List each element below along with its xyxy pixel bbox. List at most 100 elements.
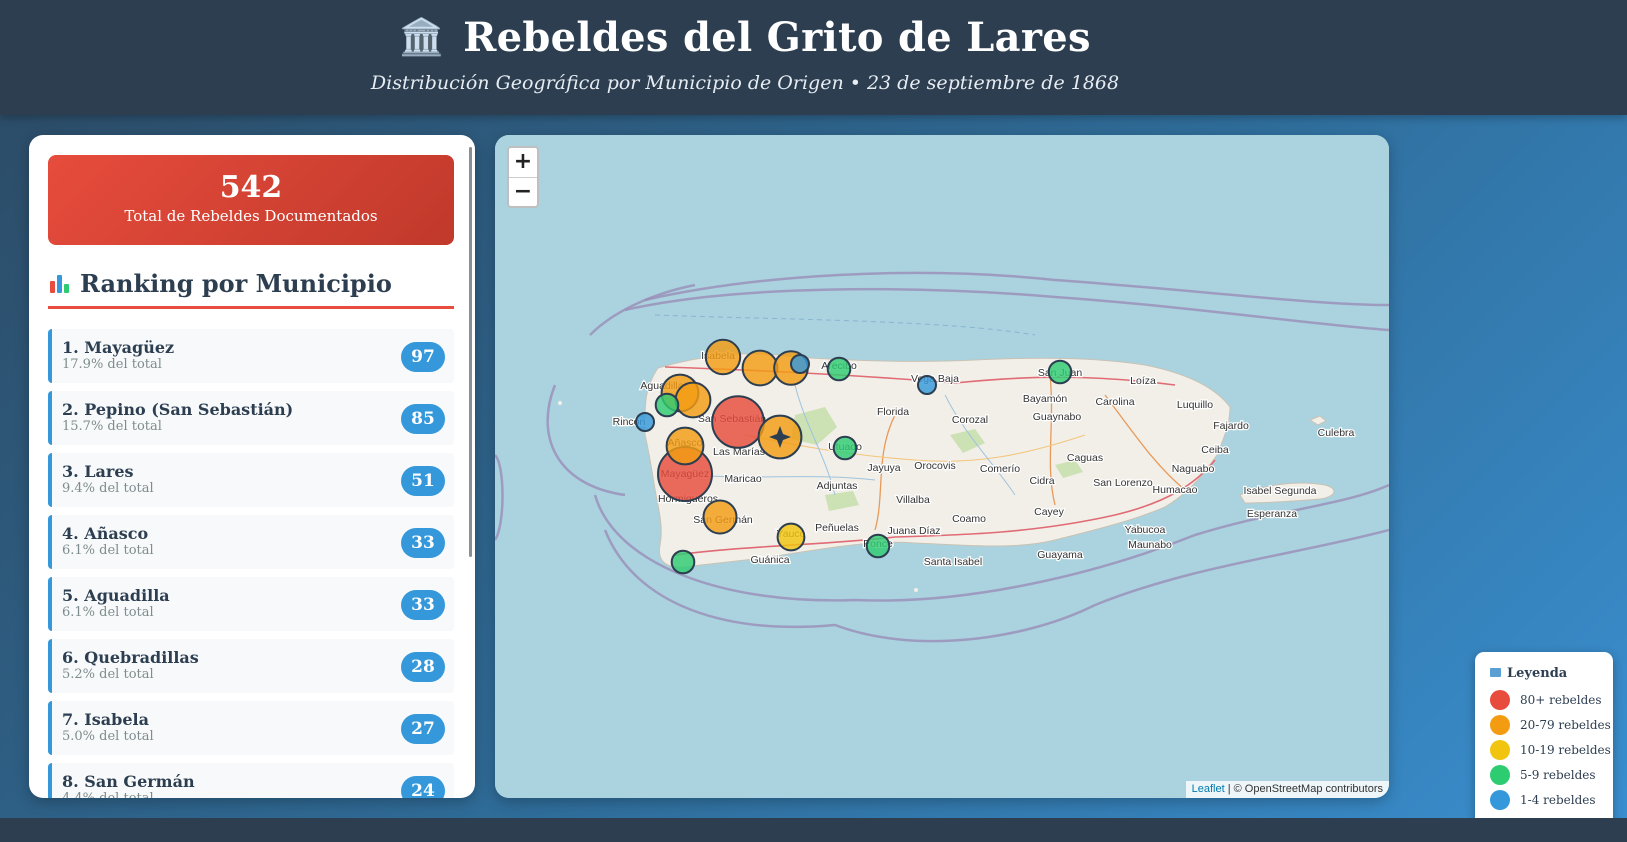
place-label: Jayuya (867, 462, 900, 474)
map-canvas[interactable]: AguadillaIsabelaAreciboVega BajaSan Juan… (495, 135, 1389, 798)
rebel-count-badge: 27 (401, 714, 445, 744)
municipio-percentage: 6.1% del total (62, 543, 154, 558)
ranking-item[interactable]: 5. Aguadilla 6.1% del total 33 (48, 577, 454, 631)
page-header: 🏛️ Rebeldes del Grito de Lares Distribuc… (0, 0, 1627, 115)
municipio-name: 2. Pepino (San Sebastián) (62, 400, 294, 419)
municipio-percentage: 5.0% del total (62, 729, 154, 744)
municipio-percentage: 15.7% del total (62, 419, 162, 434)
footer-bar (0, 818, 1627, 842)
legend-item: 20-79 rebeldes (1490, 715, 1613, 740)
attribution-text: | © OpenStreetMap contributors (1224, 783, 1383, 795)
legend-heading: Leyenda (1490, 666, 1613, 681)
sidebar[interactable]: 542 Total de Rebeldes Documentados Ranki… (29, 135, 475, 798)
place-label: Orocovis (914, 460, 955, 472)
legend-item: 5-9 rebeldes (1490, 765, 1613, 790)
ranking-item[interactable]: 8. San Germán4.4% del total24 (48, 763, 454, 798)
ranking-item[interactable]: 2. Pepino (San Sebastián) 15.7% del total… (48, 391, 454, 445)
rebel-marker[interactable] (654, 392, 680, 418)
municipio-name: 4. Añasco (62, 524, 149, 543)
map[interactable]: AguadillaIsabelaAreciboVega BajaSan Juan… (495, 135, 1389, 798)
place-label: Cidra (1029, 475, 1054, 487)
rebel-count-badge: 28 (401, 652, 445, 682)
legend-swatch (1490, 740, 1510, 760)
rebel-count-badge: 51 (401, 466, 445, 496)
sidebar-scrollbar[interactable] (469, 147, 472, 557)
map-legend: Leyenda 80+ rebeldes 20-79 rebeldes 10-19 … (1475, 652, 1613, 834)
place-label: Loíza (1130, 375, 1156, 387)
rebel-marker[interactable] (704, 338, 742, 376)
legend-label: 5-9 rebeldes (1520, 768, 1596, 782)
place-label: Caguas (1067, 452, 1103, 464)
legend-swatch (1490, 765, 1510, 785)
place-label: Maunabo (1128, 539, 1172, 551)
classical-building-icon: 🏛️ (399, 17, 444, 58)
legend-item: 10-19 rebeldes (1490, 740, 1613, 765)
rebel-marker[interactable] (741, 349, 779, 387)
ranking-item[interactable]: 4. Añasco 6.1% del total 33 (48, 515, 454, 569)
place-label: Guayama (1037, 549, 1083, 561)
place-label: Luquillo (1177, 399, 1213, 411)
legend-label: 80+ rebeldes (1520, 693, 1602, 707)
legend-swatch (1490, 715, 1510, 735)
place-label: Bayamón (1023, 393, 1068, 405)
ranking-item[interactable]: 1. Mayagüez 17.9% del total 97 (48, 329, 454, 383)
municipio-percentage: 5.2% del total (62, 667, 154, 682)
ranking-item[interactable]: 6. Quebradillas 5.2% del total 28 (48, 639, 454, 693)
total-rebels-card: 542 Total de Rebeldes Documentados (48, 155, 454, 245)
municipio-name: 3. Lares (62, 462, 134, 481)
rebel-marker[interactable] (826, 356, 852, 382)
ranking-item[interactable]: 7. Isabela 5.0% del total 27 (48, 701, 454, 755)
place-label: San Lorenzo (1093, 477, 1153, 489)
rebel-marker[interactable] (917, 375, 937, 395)
zoom-control: + − (507, 146, 539, 208)
place-label: Villalba (896, 494, 930, 506)
zoom-in-button[interactable]: + (509, 148, 537, 177)
place-label: Guaynabo (1033, 411, 1082, 423)
ranking-heading: Ranking por Municipio (48, 269, 454, 309)
place-label: Peñuelas (815, 522, 859, 534)
rebel-marker[interactable] (865, 533, 891, 559)
rebel-count-badge: 97 (401, 342, 445, 372)
municipio-percentage: 17.9% del total (62, 357, 162, 372)
rebel-count-badge: 85 (401, 404, 445, 434)
legend-item: 1-4 rebeldes (1490, 790, 1613, 815)
municipio-name: 8. San Germán (62, 772, 195, 791)
place-label: Coamo (952, 513, 986, 525)
place-label: Cayey (1034, 506, 1065, 518)
map-icon (1490, 668, 1501, 677)
place-label: Guánica (750, 554, 789, 566)
place-label: Yabucoa (1125, 524, 1166, 536)
rebel-marker[interactable] (1047, 359, 1073, 385)
place-label: Fajardo (1213, 420, 1249, 432)
zoom-out-button[interactable]: − (509, 177, 537, 206)
place-label: Isabel Segunda (1244, 485, 1317, 497)
bar-chart-icon (48, 271, 72, 295)
rebel-marker[interactable] (674, 381, 712, 419)
rebel-marker[interactable] (635, 412, 655, 432)
place-label: Carolina (1095, 396, 1134, 408)
place-label: Ceiba (1201, 444, 1229, 456)
rebel-marker[interactable] (665, 426, 705, 466)
rebel-count-badge: 24 (401, 776, 445, 798)
municipio-name: 7. Isabela (62, 710, 149, 729)
rebel-marker[interactable] (670, 549, 696, 575)
leaflet-link[interactable]: Leaflet (1192, 783, 1225, 795)
rebel-marker[interactable] (776, 522, 806, 552)
place-label: Florida (877, 406, 909, 418)
total-rebels-label: Total de Rebeldes Documentados (124, 207, 378, 225)
legend-swatch (1490, 690, 1510, 710)
municipio-percentage: 4.4% del total (62, 791, 454, 798)
place-label: Adjuntas (817, 480, 858, 492)
rebel-marker[interactable] (790, 354, 810, 374)
rebel-marker[interactable] (711, 395, 765, 449)
total-rebels-count: 542 (219, 170, 283, 205)
legend-label: 1-4 rebeldes (1520, 793, 1596, 807)
rebel-marker[interactable] (832, 435, 858, 461)
place-label: Corozal (952, 414, 988, 426)
rebel-marker[interactable] (702, 499, 738, 535)
rebel-count-badge: 33 (401, 590, 445, 620)
municipio-name: 5. Aguadilla (62, 586, 170, 605)
ranking-item[interactable]: 3. Lares 9.4% del total 51 (48, 453, 454, 507)
place-label: Esperanza (1247, 508, 1297, 520)
map-attribution: Leaflet | © OpenStreetMap contributors (1185, 781, 1389, 798)
